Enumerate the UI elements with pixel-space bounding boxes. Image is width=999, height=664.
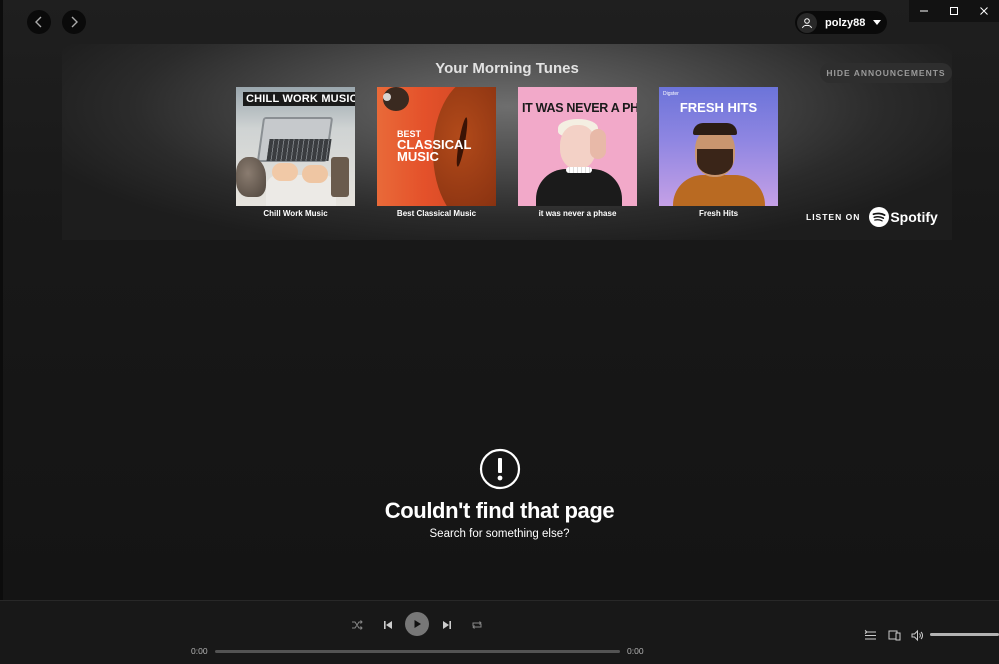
- user-icon: [802, 17, 812, 28]
- progress-bar[interactable]: [215, 650, 620, 653]
- shuffle-icon: [352, 620, 363, 630]
- caret-down-icon: [873, 20, 882, 25]
- volume-icon: [911, 629, 923, 641]
- cover-text: CHILL WORK MUSIC: [243, 92, 355, 106]
- play-button[interactable]: [405, 612, 429, 636]
- banner-title: Your Morning Tunes: [435, 60, 579, 77]
- next-icon: [443, 621, 451, 629]
- error-subtitle: Search for something else?: [429, 528, 570, 540]
- chevron-left-icon: [35, 16, 42, 28]
- volume-slider[interactable]: [930, 633, 999, 636]
- avatar: [797, 12, 817, 33]
- cover-text: CLASSICAL MUSIC: [397, 137, 472, 164]
- playlist-card-it-was-never-a-phase[interactable]: IT WAS NEVER A PHASE it was never a phas…: [518, 87, 637, 218]
- queue-icon: [864, 629, 876, 639]
- exclamation-circle-icon: [479, 448, 520, 490]
- time-elapsed: 0:00: [191, 646, 208, 656]
- listen-on-spotify[interactable]: LISTEN ON Spotify: [806, 207, 938, 227]
- main-view: polzy88 Your Morning Tunes HIDE ANNOUNCE…: [0, 0, 999, 600]
- hide-announcements-button[interactable]: HIDE ANNOUNCEMENTS: [820, 63, 952, 83]
- error-title: Couldn't find that page: [384, 498, 615, 523]
- playlist-label: it was never a phase: [538, 209, 617, 218]
- spotify-logo: Spotify: [869, 207, 938, 227]
- close-icon: [980, 7, 988, 15]
- user-menu-button[interactable]: polzy88: [795, 11, 887, 34]
- error-state: Couldn't find that page Search for somet…: [0, 448, 999, 540]
- playlist-label: Chill Work Music: [263, 209, 328, 218]
- playlist-cover: CHILL WORK MUSIC: [236, 87, 355, 206]
- username: polzy88: [825, 16, 866, 29]
- queue-button[interactable]: [863, 628, 877, 642]
- playlist-cover: IT WAS NEVER A PHASE: [518, 87, 637, 206]
- shuffle-button[interactable]: [350, 618, 364, 632]
- next-button[interactable]: [440, 618, 454, 632]
- repeat-button[interactable]: [470, 618, 484, 632]
- time-total: 0:00: [627, 646, 644, 656]
- close-button[interactable]: [969, 0, 999, 22]
- listen-on-label: LISTEN ON: [806, 212, 861, 222]
- playlist-card-fresh-hits[interactable]: Digster FRESH HITS Fresh Hits: [659, 87, 778, 218]
- back-button[interactable]: [27, 10, 51, 34]
- playlist-cover: BEST CLASSICAL MUSIC: [377, 87, 496, 206]
- play-icon: [414, 620, 421, 628]
- maximize-icon: [950, 7, 958, 15]
- playlist-cover: Digster FRESH HITS: [659, 87, 778, 206]
- window-controls: [909, 0, 999, 22]
- brand-name: Spotify: [890, 209, 938, 225]
- forward-button[interactable]: [62, 10, 86, 34]
- devices-icon: [888, 630, 900, 640]
- previous-button[interactable]: [381, 618, 395, 632]
- volume-fill: [930, 633, 999, 636]
- minimize-button[interactable]: [909, 0, 939, 22]
- player-bar: 0:00 0:00: [0, 600, 999, 664]
- maximize-button[interactable]: [939, 0, 969, 22]
- devices-button[interactable]: [887, 628, 901, 642]
- cover-text: FRESH HITS: [679, 100, 758, 115]
- playlist-label: Fresh Hits: [698, 209, 739, 218]
- playlist-label: Best Classical Music: [396, 209, 477, 218]
- volume-button[interactable]: [910, 628, 924, 642]
- spotify-logo-icon: [869, 207, 890, 227]
- cover-text: IT WAS NEVER A PHASE: [522, 101, 637, 115]
- chevron-right-icon: [71, 16, 78, 28]
- previous-icon: [384, 621, 392, 629]
- playlist-card-chill-work-music[interactable]: CHILL WORK MUSIC Chill Work Music: [236, 87, 355, 218]
- minimize-icon: [920, 10, 928, 12]
- cover-logo: Digster: [663, 91, 679, 97]
- repeat-icon: [472, 621, 482, 629]
- playlist-card-best-classical-music[interactable]: BEST CLASSICAL MUSIC Best Classical Musi…: [377, 87, 496, 218]
